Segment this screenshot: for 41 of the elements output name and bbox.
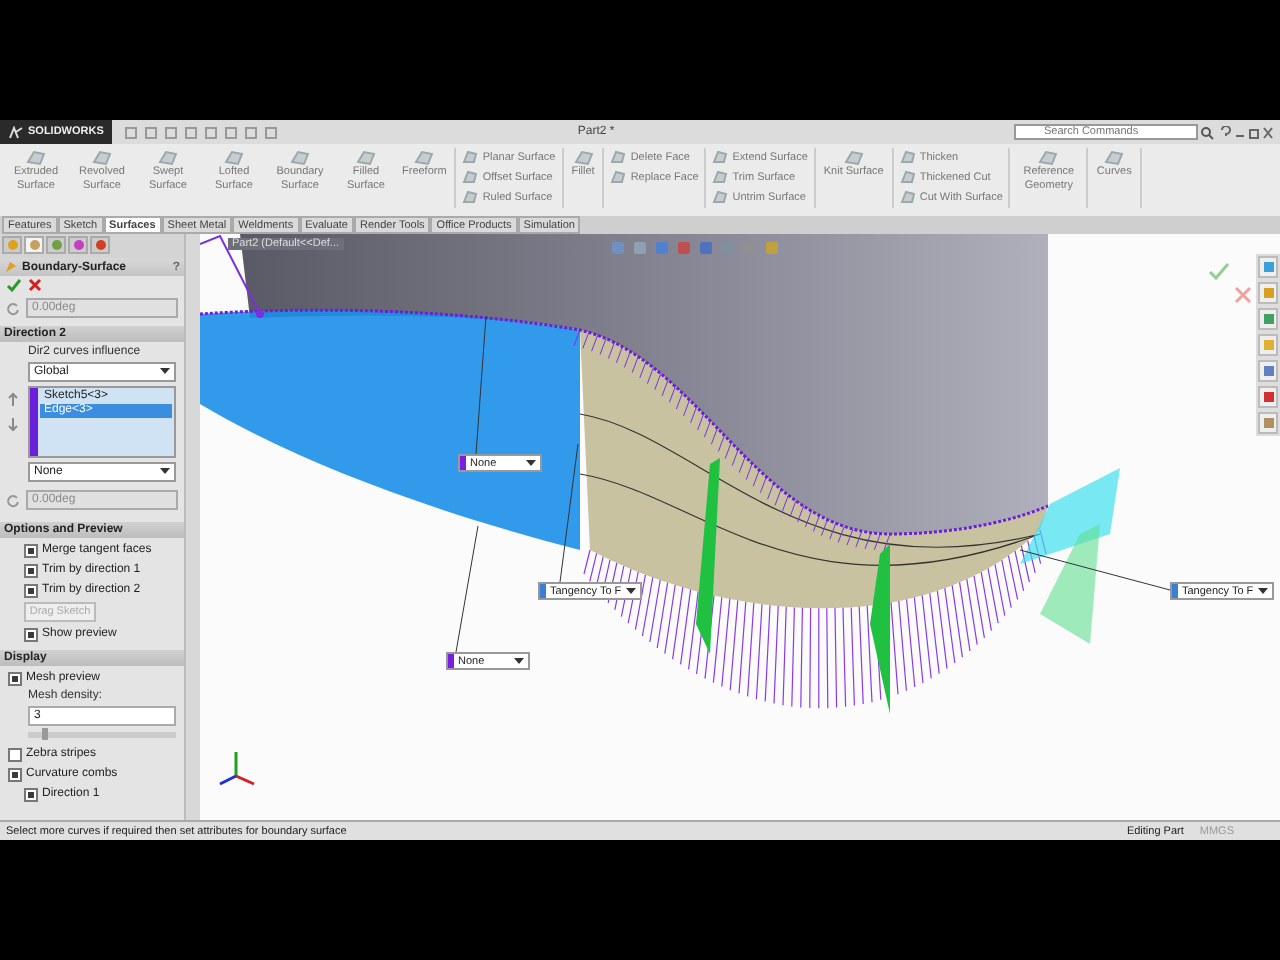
caret-icon (526, 459, 536, 467)
scrollbar[interactable] (184, 234, 200, 820)
panel-tab[interactable] (90, 236, 110, 254)
panel-tab[interactable] (24, 236, 44, 254)
surface-icon (224, 148, 244, 166)
help-icon[interactable] (1220, 125, 1232, 139)
axis-triad-icon (219, 752, 255, 786)
leader-line (455, 525, 479, 653)
move-up-icon[interactable] (8, 392, 18, 406)
logo-icon (8, 125, 24, 139)
surface-icon (290, 148, 310, 166)
cancel-x-icon[interactable] (1234, 286, 1252, 304)
surface-icon (1104, 148, 1125, 166)
angle-icon (6, 301, 20, 315)
leader-line (559, 443, 579, 583)
slider-thumb[interactable] (42, 728, 49, 740)
surface-icon (92, 148, 112, 166)
cancel-x-icon[interactable] (28, 278, 42, 292)
caret-icon (160, 368, 170, 376)
surface-icon (158, 148, 178, 166)
ok-check-icon[interactable] (6, 278, 22, 292)
caret-icon (1257, 587, 1268, 595)
surface-icon (843, 148, 864, 166)
caret-icon (160, 468, 170, 476)
leader-line (475, 315, 487, 455)
caret-icon (514, 657, 524, 665)
surface-icon (1038, 148, 1059, 166)
panel-tab[interactable] (68, 236, 88, 254)
search-icon (1200, 125, 1214, 139)
panel-tab[interactable] (2, 236, 22, 254)
ok-check-icon[interactable] (1208, 263, 1230, 281)
restore-icon[interactable] (1248, 125, 1260, 139)
close-icon[interactable] (1262, 125, 1274, 139)
surface-icon (414, 148, 435, 166)
move-down-icon[interactable] (8, 418, 18, 432)
surface-icon (26, 148, 46, 166)
angle-icon (6, 493, 20, 507)
panel-tab[interactable] (46, 236, 66, 254)
surface-icon (356, 148, 376, 166)
surface-icon (573, 148, 594, 166)
caret-icon (625, 587, 636, 595)
